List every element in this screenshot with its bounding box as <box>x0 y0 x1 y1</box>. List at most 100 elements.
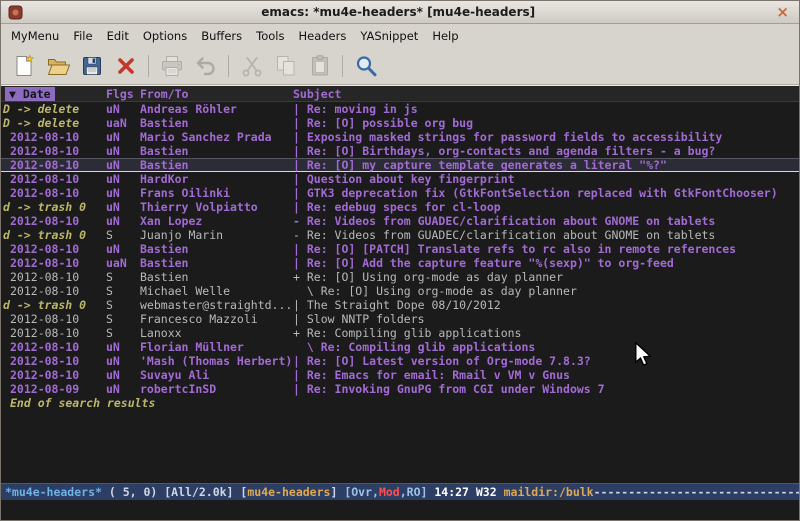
message-flags: uN <box>106 340 140 354</box>
message-row[interactable]: 2012-08-10 uN Suvayu Ali | Re: Emacs for… <box>1 368 799 382</box>
column-subject[interactable]: Subject <box>293 87 799 101</box>
message-date: 2012-08-10 <box>1 172 106 186</box>
menu-tools[interactable]: Tools <box>249 25 291 47</box>
message-mark: d -> trash 0 <box>1 228 106 242</box>
cut-button <box>237 52 266 81</box>
modeline-segment-time: 14:27 W32 <box>434 485 503 499</box>
close-button[interactable]: × <box>773 5 792 20</box>
title-bar[interactable]: emacs: *mu4e-headers* [mu4e-headers] × <box>1 1 799 24</box>
message-date: 2012-08-10 <box>1 214 106 228</box>
new-file-icon <box>12 54 36 78</box>
message-row[interactable]: D -> delete uN Andreas Röhler | Re: movi… <box>1 102 799 116</box>
message-flags: uN <box>106 172 140 186</box>
end-of-results: End of search results <box>1 396 799 410</box>
message-date: 2012-08-10 <box>1 130 106 144</box>
header-line: ▼ Date Flgs From/To Subject <box>1 86 799 102</box>
message-from: Thierry Volpiatto <box>140 200 293 214</box>
message-date: 2012-08-10 <box>1 284 106 298</box>
sort-by-date-column[interactable]: ▼ Date <box>5 87 55 101</box>
message-from: HardKor <box>140 172 293 186</box>
open-file-button[interactable] <box>43 52 72 81</box>
message-row[interactable]: 2012-08-10 uN Mario Sanchez Prada | Expo… <box>1 130 799 144</box>
message-date: 2012-08-10 <box>1 354 106 368</box>
column-from[interactable]: From/To <box>140 87 293 101</box>
message-row[interactable]: 2012-08-10 uN Bastien | Re: [O] my captu… <box>1 158 799 172</box>
message-from: Andreas Röhler <box>140 102 293 116</box>
message-from: Juanjo Marin <box>140 228 293 242</box>
message-from: Lanoxx <box>140 326 293 340</box>
message-flags: uN <box>106 186 140 200</box>
message-mark: d -> trash 0 <box>1 298 106 312</box>
message-subject: | Slow NNTP folders <box>293 312 799 326</box>
message-subject: \ Re: [O] Using org-mode as day planner <box>293 284 799 298</box>
message-flags: uN <box>106 242 140 256</box>
message-date: 2012-08-09 <box>1 382 106 396</box>
toolbar <box>1 48 799 85</box>
message-row[interactable]: d -> trash 0 S webmaster@straightd... | … <box>1 298 799 312</box>
modeline-segment-minor: mu4e-headers <box>247 485 330 499</box>
kill-buffer-button[interactable] <box>111 52 140 81</box>
message-flags: uN <box>106 158 140 172</box>
message-row[interactable]: 2012-08-10 S Bastien + Re: [O] Using org… <box>1 270 799 284</box>
message-row[interactable]: 2012-08-10 S Francesco Mazzoli | Slow NN… <box>1 312 799 326</box>
message-row[interactable]: 2012-08-10 uN Frans Oilinki | GTK3 depre… <box>1 186 799 200</box>
message-row[interactable]: 2012-08-10 uN 'Mash (Thomas Herbert) | R… <box>1 354 799 368</box>
message-date: 2012-08-10 <box>1 368 106 382</box>
toolbar-separator <box>148 55 149 77</box>
paste-icon <box>308 54 332 78</box>
menu-mymenu[interactable]: MyMenu <box>4 25 66 47</box>
new-file-button[interactable] <box>9 52 38 81</box>
modeline-segment-default: ] <box>330 485 344 499</box>
print-buffer-icon <box>160 54 184 78</box>
print-buffer-button <box>157 52 186 81</box>
menu-options[interactable]: Options <box>136 25 194 47</box>
search-button[interactable] <box>351 52 380 81</box>
message-subject: | Exposing masked strings for password f… <box>293 130 799 144</box>
menu-yasnippet[interactable]: YASnippet <box>353 25 425 47</box>
menu-edit[interactable]: Edit <box>100 25 136 47</box>
message-subject: | The Straight Dope 08/10/2012 <box>293 298 799 312</box>
message-from: 'Mash (Thomas Herbert) <box>140 354 293 368</box>
message-flags: uN <box>106 368 140 382</box>
menu-file[interactable]: File <box>66 25 99 47</box>
echo-area[interactable] <box>1 500 799 520</box>
message-row[interactable]: 2012-08-09 uN robertcInSD | Re: Invoking… <box>1 382 799 396</box>
message-row[interactable]: 2012-08-10 uaN Bastien | Re: [O] Add the… <box>1 256 799 270</box>
message-date: 2012-08-10 <box>1 242 106 256</box>
message-row[interactable]: 2012-08-10 uN Bastien | Re: [O] [PATCH] … <box>1 242 799 256</box>
message-subject: | Question about key fingerprint <box>293 172 799 186</box>
message-subject: \ Re: Compiling glib applications <box>293 340 799 354</box>
message-subject: | Re: Invoking GnuPG from CGI under Wind… <box>293 382 799 396</box>
message-row[interactable]: d -> trash 0 uN Thierry Volpiatto | Re: … <box>1 200 799 214</box>
message-row[interactable]: 2012-08-10 uN HardKor | Question about k… <box>1 172 799 186</box>
column-flags[interactable]: Flgs <box>106 87 140 101</box>
message-row[interactable]: 2012-08-10 uN Bastien | Re: [O] Birthday… <box>1 144 799 158</box>
message-mark: d -> trash 0 <box>1 200 106 214</box>
message-row[interactable]: 2012-08-10 uN Florian Müllner \ Re: Comp… <box>1 340 799 354</box>
message-row[interactable]: D -> delete uaN Bastien | Re: [O] possib… <box>1 116 799 130</box>
message-mark: D -> delete <box>1 116 106 130</box>
menu-help[interactable]: Help <box>425 25 465 47</box>
message-subject: | Re: [O] possible org bug <box>293 116 799 130</box>
message-row[interactable]: 2012-08-10 uN Xan Lopez - Re: Videos fro… <box>1 214 799 228</box>
message-date: 2012-08-10 <box>1 270 106 284</box>
message-subject: | Re: moving in js <box>293 102 799 116</box>
message-row[interactable]: d -> trash 0 S Juanjo Marin - Re: Videos… <box>1 228 799 242</box>
message-row[interactable]: 2012-08-10 S Lanoxx + Re: Compiling glib… <box>1 326 799 340</box>
message-row[interactable]: 2012-08-10 S Michael Welle \ Re: [O] Usi… <box>1 284 799 298</box>
menu-buffers[interactable]: Buffers <box>194 25 249 47</box>
cut-icon <box>240 54 264 78</box>
message-from: Francesco Mazzoli <box>140 312 293 326</box>
window-title: emacs: *mu4e-headers* [mu4e-headers] <box>29 5 767 19</box>
message-subject: | Re: [O] Latest version of Org-mode 7.8… <box>293 354 799 368</box>
save-buffer-button[interactable] <box>77 52 106 81</box>
message-from: webmaster@straightd... <box>140 298 293 312</box>
message-from: Florian Müllner <box>140 340 293 354</box>
message-subject: | Re: [O] [PATCH] Translate refs to rc a… <box>293 242 799 256</box>
window-icon <box>8 5 23 20</box>
message-from: robertcInSD <box>140 382 293 396</box>
open-file-icon <box>46 54 70 78</box>
menu-headers[interactable]: Headers <box>291 25 353 47</box>
message-from: Suvayu Ali <box>140 368 293 382</box>
message-mark: D -> delete <box>1 102 106 116</box>
